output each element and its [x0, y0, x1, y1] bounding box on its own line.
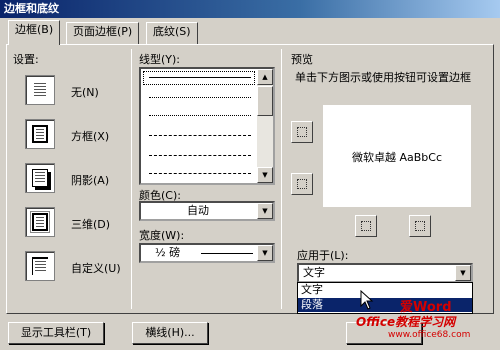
apply-to-label: 应用于(L):: [297, 249, 349, 262]
setting-custom[interactable]: 自定义(U): [25, 251, 135, 285]
horizontal-line-button[interactable]: 横线(H)...: [132, 322, 208, 344]
separator-right: [281, 49, 282, 309]
tab-shading-label: 底纹(S): [153, 25, 191, 38]
borders-tab-panel: 设置: 无(N) 方框(X) 阴影(A) 三维(D) 自定义(U) 线型(Y):: [6, 44, 494, 314]
setting-3d[interactable]: 三维(D): [25, 207, 125, 241]
line-style-label: 线型(Y):: [139, 53, 181, 66]
line-style-solid[interactable]: [149, 77, 251, 78]
tab-shading[interactable]: 底纹(S): [146, 22, 198, 44]
setting-3d-icon: [25, 207, 55, 237]
scroll-thumb[interactable]: [257, 86, 273, 116]
preview-heading: 预览: [291, 53, 313, 66]
line-style-list[interactable]: ▲ ▼: [139, 67, 275, 185]
setting-box[interactable]: 方框(X): [25, 119, 125, 153]
scroll-down-button[interactable]: ▼: [257, 167, 273, 183]
top-border-button[interactable]: [291, 121, 313, 143]
width-line-sample: [201, 253, 253, 254]
preview-area[interactable]: 微软卓越 AaBbCc: [323, 105, 471, 207]
setting-3d-label: 三维(D): [71, 218, 111, 231]
width-label: 宽度(W):: [139, 229, 185, 242]
setting-none[interactable]: 无(N): [25, 75, 125, 109]
color-value: 自动: [187, 204, 209, 217]
line-style-dashed[interactable]: [149, 135, 251, 136]
mouse-pointer-icon: [360, 290, 374, 310]
tab-page-borders[interactable]: 页面边框(P): [66, 22, 140, 44]
setting-shadow[interactable]: 阴影(A): [25, 163, 125, 197]
watermark-line2: Office教程学习网: [356, 315, 456, 329]
settings-heading: 设置:: [13, 53, 39, 66]
apply-to-value: 文字: [303, 266, 325, 279]
tab-page-borders-label: 页面边框(P): [73, 25, 133, 38]
apply-to-option-text[interactable]: 文字: [298, 283, 472, 297]
left-border-button[interactable]: [355, 215, 377, 237]
line-style-dotted-fine[interactable]: [149, 115, 251, 116]
line-style-scrollbar[interactable]: ▲ ▼: [257, 69, 273, 183]
right-border-button[interactable]: [409, 215, 431, 237]
setting-shadow-icon: [25, 163, 55, 193]
line-style-dash-dot[interactable]: [149, 173, 251, 174]
bottom-border-button[interactable]: [291, 173, 313, 195]
setting-box-icon: [25, 119, 55, 149]
scroll-up-button[interactable]: ▲: [257, 69, 273, 85]
window-title: 边框和底纹: [0, 0, 500, 18]
show-toolbar-button[interactable]: 显示工具栏(T): [8, 322, 104, 344]
line-style-dashed-long[interactable]: [149, 155, 251, 156]
width-dropdown-arrow[interactable]: ▼: [257, 245, 273, 261]
apply-to-dropdown-arrow[interactable]: ▼: [455, 265, 471, 281]
setting-custom-icon: [25, 251, 55, 281]
color-dropdown-arrow[interactable]: ▼: [257, 203, 273, 219]
line-style-selected: [143, 71, 255, 85]
preview-sample-text: 微软卓越 AaBbCc: [351, 151, 443, 164]
setting-custom-label: 自定义(U): [71, 262, 121, 275]
tab-borders[interactable]: 边框(B): [8, 20, 61, 45]
width-value: ½ 磅: [155, 246, 181, 259]
preview-hint: 单击下方图示或使用按钮可设置边框: [295, 71, 471, 84]
setting-none-label: 无(N): [71, 86, 99, 99]
watermark-url: www.office68.com: [388, 330, 471, 340]
setting-shadow-label: 阴影(A): [71, 174, 110, 187]
width-select[interactable]: ½ 磅 ▼: [139, 243, 275, 263]
setting-box-label: 方框(X): [71, 130, 110, 143]
tab-borders-label: 边框(B): [15, 23, 54, 36]
setting-none-icon: [25, 75, 55, 105]
apply-to-select[interactable]: 文字 ▼: [297, 263, 473, 283]
separator-left: [131, 49, 132, 309]
color-select[interactable]: 自动 ▼: [139, 201, 275, 221]
line-style-dotted[interactable]: [149, 97, 251, 98]
